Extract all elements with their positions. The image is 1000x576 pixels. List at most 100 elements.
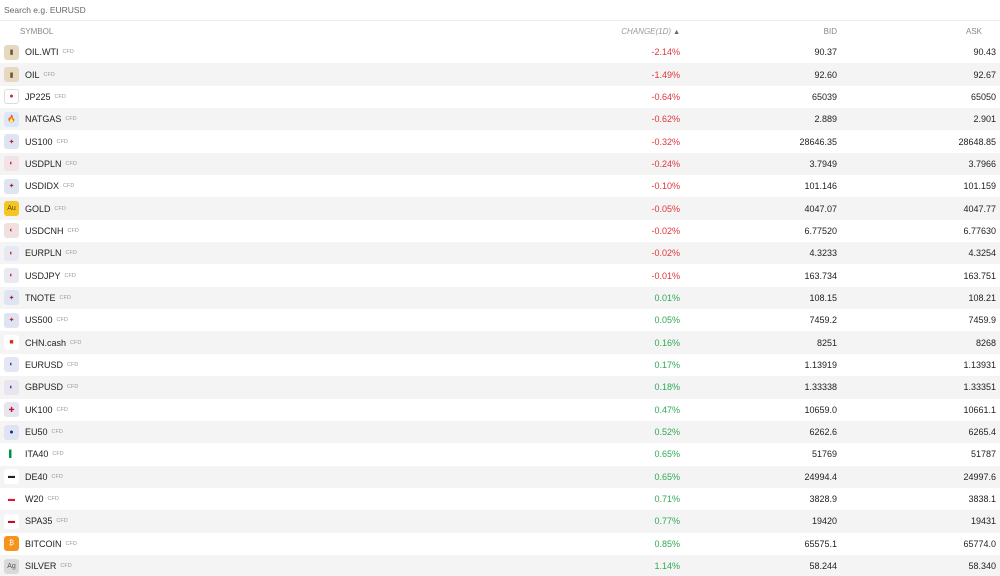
table-row[interactable]: 🔥 NATGAS CFD -0.62% 2.889 2.901 bbox=[0, 108, 1000, 131]
ask-column-header[interactable]: ASK bbox=[837, 27, 1000, 36]
symbol-name: TNOTE bbox=[25, 292, 56, 303]
sort-ascending-icon: ▲ bbox=[673, 28, 680, 36]
us-cn-flags-icon: ◐ bbox=[4, 223, 19, 239]
table-row[interactable]: ₿ BITCOIN CFD 0.85% 65575.1 65774.0 bbox=[0, 533, 1000, 555]
symbol-name: GBPUSD bbox=[25, 382, 64, 393]
symbol-name: JP225 bbox=[25, 91, 51, 102]
table-row[interactable]: Au GOLD CFD -0.05% 4047.07 4047.77 bbox=[0, 197, 1000, 220]
change-value: -1.49% bbox=[651, 69, 680, 80]
table-row[interactable]: ◐ USDCNH CFD -0.02% 6.77520 6.77630 bbox=[0, 220, 1000, 242]
ask-price: 1.13931 bbox=[963, 359, 996, 370]
japan-flag-icon: ● bbox=[4, 89, 19, 105]
table-row[interactable]: ● JP225 CFD -0.64% 65039 65050 bbox=[0, 86, 1000, 108]
flame-icon: 🔥 bbox=[4, 111, 19, 127]
table-row[interactable]: ▬ SPA35 CFD 0.77% 19420 19431 bbox=[0, 510, 1000, 533]
bid-price: 1.33338 bbox=[804, 382, 837, 393]
symbol-cell: ▬ SPA35 CFD bbox=[0, 513, 500, 529]
ask-price: 1.33351 bbox=[963, 382, 996, 393]
bid-price: 108.15 bbox=[809, 292, 837, 303]
symbol-column-header[interactable]: SYMBOL bbox=[0, 27, 500, 36]
table-row[interactable]: ▌ ITA40 CFD 0.65% 51769 51787 bbox=[0, 443, 1000, 465]
symbol-name: BITCOIN bbox=[25, 538, 62, 549]
ask-price: 28648.85 bbox=[958, 136, 996, 147]
table-row[interactable]: ▮ OIL CFD -1.49% 92.60 92.67 bbox=[0, 63, 1000, 86]
change-value: -0.05% bbox=[651, 203, 680, 214]
symbol-cell: ✦ TNOTE CFD bbox=[0, 290, 500, 306]
change-column-header[interactable]: CHANGE(1D) ▲ bbox=[500, 27, 680, 36]
bid-price: 3828.9 bbox=[809, 494, 837, 505]
table-row[interactable]: ✦ US500 CFD 0.05% 7459.2 7459.9 bbox=[0, 309, 1000, 331]
oil-barrel-icon: ▮ bbox=[4, 44, 19, 60]
table-row[interactable]: ■ CHN.cash CFD 0.16% 8251 8268 bbox=[0, 331, 1000, 354]
bid-column-header[interactable]: BID bbox=[680, 27, 837, 36]
table-row[interactable]: ✚ UK100 CFD 0.47% 10659.0 10661.1 bbox=[0, 399, 1000, 421]
us-flag-icon: ✦ bbox=[4, 178, 19, 194]
bid-price: 101.146 bbox=[804, 181, 837, 192]
symbol-name: SILVER bbox=[25, 561, 57, 572]
table-row[interactable]: ◐ GBPUSD CFD 0.18% 1.33338 1.33351 bbox=[0, 376, 1000, 399]
change-value: -2.14% bbox=[651, 47, 680, 58]
bid-price: 92.60 bbox=[814, 69, 837, 80]
search-input[interactable] bbox=[4, 5, 404, 15]
table-row[interactable]: ● EU50 CFD 0.52% 6262.6 6265.4 bbox=[0, 420, 1000, 444]
symbol-name: USDPLN bbox=[25, 158, 62, 169]
symbol-name: DE40 bbox=[25, 471, 48, 482]
bid-price: 65575.1 bbox=[804, 538, 837, 549]
ask-price: 58.340 bbox=[968, 561, 996, 572]
instrument-type-tag: CFD bbox=[43, 71, 55, 78]
bid-price: 4047.07 bbox=[804, 203, 837, 214]
table-row[interactable]: ◐ USDJPY CFD -0.01% 163.734 163.751 bbox=[0, 264, 1000, 286]
instrument-type-tag: CFD bbox=[67, 227, 79, 234]
table-row[interactable]: ✦ USDIDX CFD -0.10% 101.146 101.159 bbox=[0, 175, 1000, 197]
symbol-name: USDJPY bbox=[25, 270, 61, 281]
bid-price: 1.13919 bbox=[804, 359, 837, 370]
instrument-type-tag: CFD bbox=[54, 93, 66, 100]
italy-flag-icon: ▌ bbox=[4, 446, 19, 462]
symbol-cell: ₿ BITCOIN CFD bbox=[0, 536, 500, 552]
change-value: 0.01% bbox=[654, 292, 680, 303]
change-value: -0.01% bbox=[651, 270, 680, 281]
symbol-cell: ◐ USDPLN CFD bbox=[0, 156, 500, 172]
us-pl-flags-icon: ◐ bbox=[4, 156, 19, 172]
table-row[interactable]: ✦ TNOTE CFD 0.01% 108.15 108.21 bbox=[0, 286, 1000, 310]
table-row[interactable]: ◐ EURPLN CFD -0.02% 4.3233 4.3254 bbox=[0, 242, 1000, 265]
gb-us-flags-icon: ◐ bbox=[4, 379, 19, 395]
change-value: 0.05% bbox=[654, 315, 680, 326]
symbol-name: US100 bbox=[25, 136, 53, 147]
table-row[interactable]: ▬ DE40 CFD 0.65% 24994.4 24997.6 bbox=[0, 465, 1000, 488]
change-value: 0.52% bbox=[654, 427, 680, 438]
table-row[interactable]: Ag SILVER CFD 1.14% 58.244 58.340 bbox=[0, 554, 1000, 576]
instrument-type-tag: CFD bbox=[59, 294, 71, 301]
us-flag-icon: ✦ bbox=[4, 290, 19, 306]
table-row[interactable]: ◐ EURUSD CFD 0.17% 1.13919 1.13931 bbox=[0, 354, 1000, 376]
bid-price: 163.734 bbox=[804, 270, 837, 281]
us-flag-icon: ✦ bbox=[4, 312, 19, 328]
symbol-cell: ◐ GBPUSD CFD bbox=[0, 379, 500, 395]
bid-price: 7459.2 bbox=[809, 315, 837, 326]
change-value: 0.71% bbox=[654, 494, 680, 505]
ask-price: 19431 bbox=[970, 516, 996, 527]
bid-price: 90.37 bbox=[814, 47, 837, 58]
eu-pl-flags-icon: ◐ bbox=[4, 245, 19, 261]
us-jp-flags-icon: ◐ bbox=[4, 268, 19, 284]
bid-price: 19420 bbox=[811, 516, 837, 527]
instrument-type-tag: CFD bbox=[62, 49, 74, 56]
change-value: -0.62% bbox=[651, 114, 680, 125]
ask-price: 6.77630 bbox=[963, 225, 996, 236]
instrument-list: ▮ OIL.WTI CFD -2.14% 90.37 90.43 ▮ OIL CFD -1.49%… bbox=[0, 41, 1000, 576]
instrument-type-tag: CFD bbox=[60, 563, 72, 570]
table-row[interactable]: ✦ US100 CFD -0.32% 28646.35 28648.85 bbox=[0, 130, 1000, 152]
ask-price: 90.43 bbox=[973, 47, 996, 58]
symbol-cell: 🔥 NATGAS CFD bbox=[0, 111, 500, 127]
symbol-name: USDCNH bbox=[25, 225, 64, 236]
table-row[interactable]: ▮ OIL.WTI CFD -2.14% 90.37 90.43 bbox=[0, 41, 1000, 63]
bid-price: 10659.0 bbox=[804, 404, 837, 415]
change-value: 0.77% bbox=[654, 516, 680, 527]
change-value: -0.64% bbox=[651, 91, 680, 102]
change-value: 0.16% bbox=[654, 337, 680, 348]
symbol-name: W20 bbox=[25, 494, 44, 505]
symbol-name: OIL bbox=[25, 69, 40, 80]
symbol-cell: ▬ W20 CFD bbox=[0, 491, 500, 507]
table-row[interactable]: ▬ W20 CFD 0.71% 3828.9 3838.1 bbox=[0, 488, 1000, 510]
table-row[interactable]: ◐ USDPLN CFD -0.24% 3.7949 3.7966 bbox=[0, 152, 1000, 176]
